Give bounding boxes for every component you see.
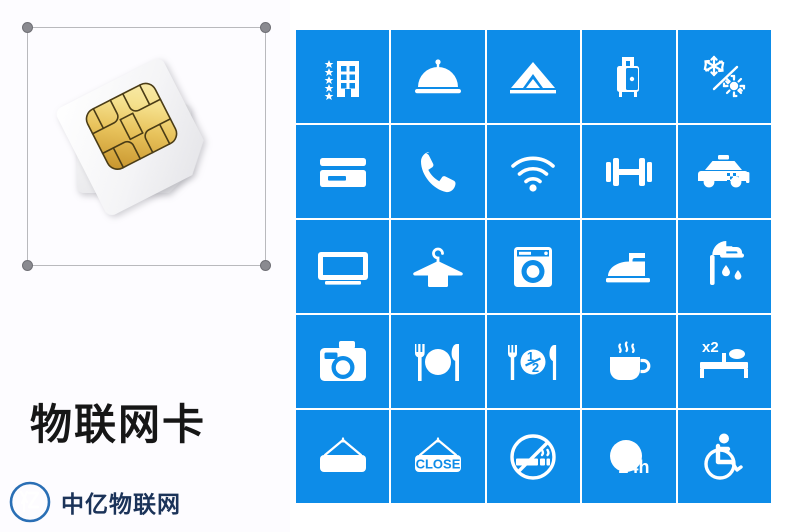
taxi-icon [696, 144, 752, 200]
camera-icon [315, 334, 371, 390]
close-sign-text: CLOSE [416, 456, 461, 471]
hotel-stars-icon [315, 49, 371, 105]
restaurant-icon [410, 334, 466, 390]
icon-tile-coffee[interactable] [582, 315, 676, 408]
icon-tile-taxi[interactable] [677, 125, 771, 218]
selection-handle-top-right[interactable] [260, 22, 271, 33]
icon-tile-credit-card[interactable] [296, 125, 390, 218]
sim-card-pair-illustration [44, 44, 249, 249]
icon-tile-close-sign[interactable]: CLOSE [391, 410, 485, 503]
brand-name: 中亿物联网 [61, 491, 181, 517]
wheelchair-access-icon [696, 429, 752, 485]
icon-tile-restaurant[interactable] [391, 315, 485, 408]
icon-tile-24-hour[interactable]: 24h [582, 410, 676, 503]
shower-icon [696, 239, 752, 295]
luggage-icon [601, 49, 657, 105]
hot-coffee-cup-icon [601, 334, 657, 390]
twenty-four-hour-text: 24h [618, 457, 649, 477]
open-sign-text: OPEN [322, 456, 363, 472]
brand-lockup: 中亿物联网 [8, 480, 181, 524]
wifi-icon [505, 144, 561, 200]
credit-card-icon [315, 144, 371, 200]
icon-tile-iron[interactable] [582, 220, 676, 313]
tent-camping-icon [505, 49, 561, 105]
icon-tile-shower[interactable] [677, 220, 771, 313]
selection-handle-bottom-left[interactable] [22, 260, 33, 271]
artwork-panel: 物联网卡 中亿物联网 [0, 0, 290, 532]
television-icon [315, 239, 371, 295]
yz-circle-logo-icon [8, 480, 52, 524]
twenty-four-hour-icon: 24h [601, 429, 657, 485]
room-service-bell-icon [410, 49, 466, 105]
air-conditioning-icon [696, 49, 752, 105]
dumbbell-gym-icon [601, 144, 657, 200]
selection-handle-top-left[interactable] [22, 22, 33, 33]
icon-tile-wheelchair-access[interactable] [677, 410, 771, 503]
icon-tile-television[interactable] [296, 220, 390, 313]
double-bed-icon: x2 [696, 334, 752, 390]
icon-tile-gym[interactable] [582, 125, 676, 218]
no-smoking-icon [505, 429, 561, 485]
close-sign-icon: CLOSE [410, 429, 466, 485]
selection-handle-bottom-right[interactable] [260, 260, 271, 271]
clothes-iron-icon [601, 239, 657, 295]
page-title: 物联网卡 [30, 401, 207, 448]
icon-tile-hanger[interactable] [391, 220, 485, 313]
washing-machine-icon [505, 239, 561, 295]
amenity-icon-grid: 1 2 x2 OPEN CLOSE 24h [296, 30, 771, 503]
icon-tile-camping[interactable] [486, 30, 581, 123]
icon-tile-air-conditioning[interactable] [677, 30, 771, 123]
icon-tile-open-sign[interactable]: OPEN [296, 410, 390, 503]
icon-tile-hotel-stars[interactable] [296, 30, 390, 123]
icon-tile-telephone[interactable] [391, 125, 485, 218]
icon-tile-luggage[interactable] [582, 30, 676, 123]
open-sign-icon: OPEN [315, 429, 371, 485]
icon-tile-half-board[interactable]: 1 2 [486, 315, 581, 408]
half-board-icon: 1 2 [505, 334, 561, 390]
clothes-hanger-icon [410, 239, 466, 295]
telephone-icon [410, 144, 466, 200]
icon-tile-no-smoking[interactable] [486, 410, 581, 503]
icon-tile-room-service[interactable] [391, 30, 485, 123]
icon-tile-wifi[interactable] [486, 125, 581, 218]
icon-tile-camera[interactable] [296, 315, 390, 408]
icon-tile-double-bed[interactable]: x2 [677, 315, 771, 408]
icon-tile-washing-machine[interactable] [486, 220, 581, 313]
svg-text:x2: x2 [702, 339, 719, 356]
